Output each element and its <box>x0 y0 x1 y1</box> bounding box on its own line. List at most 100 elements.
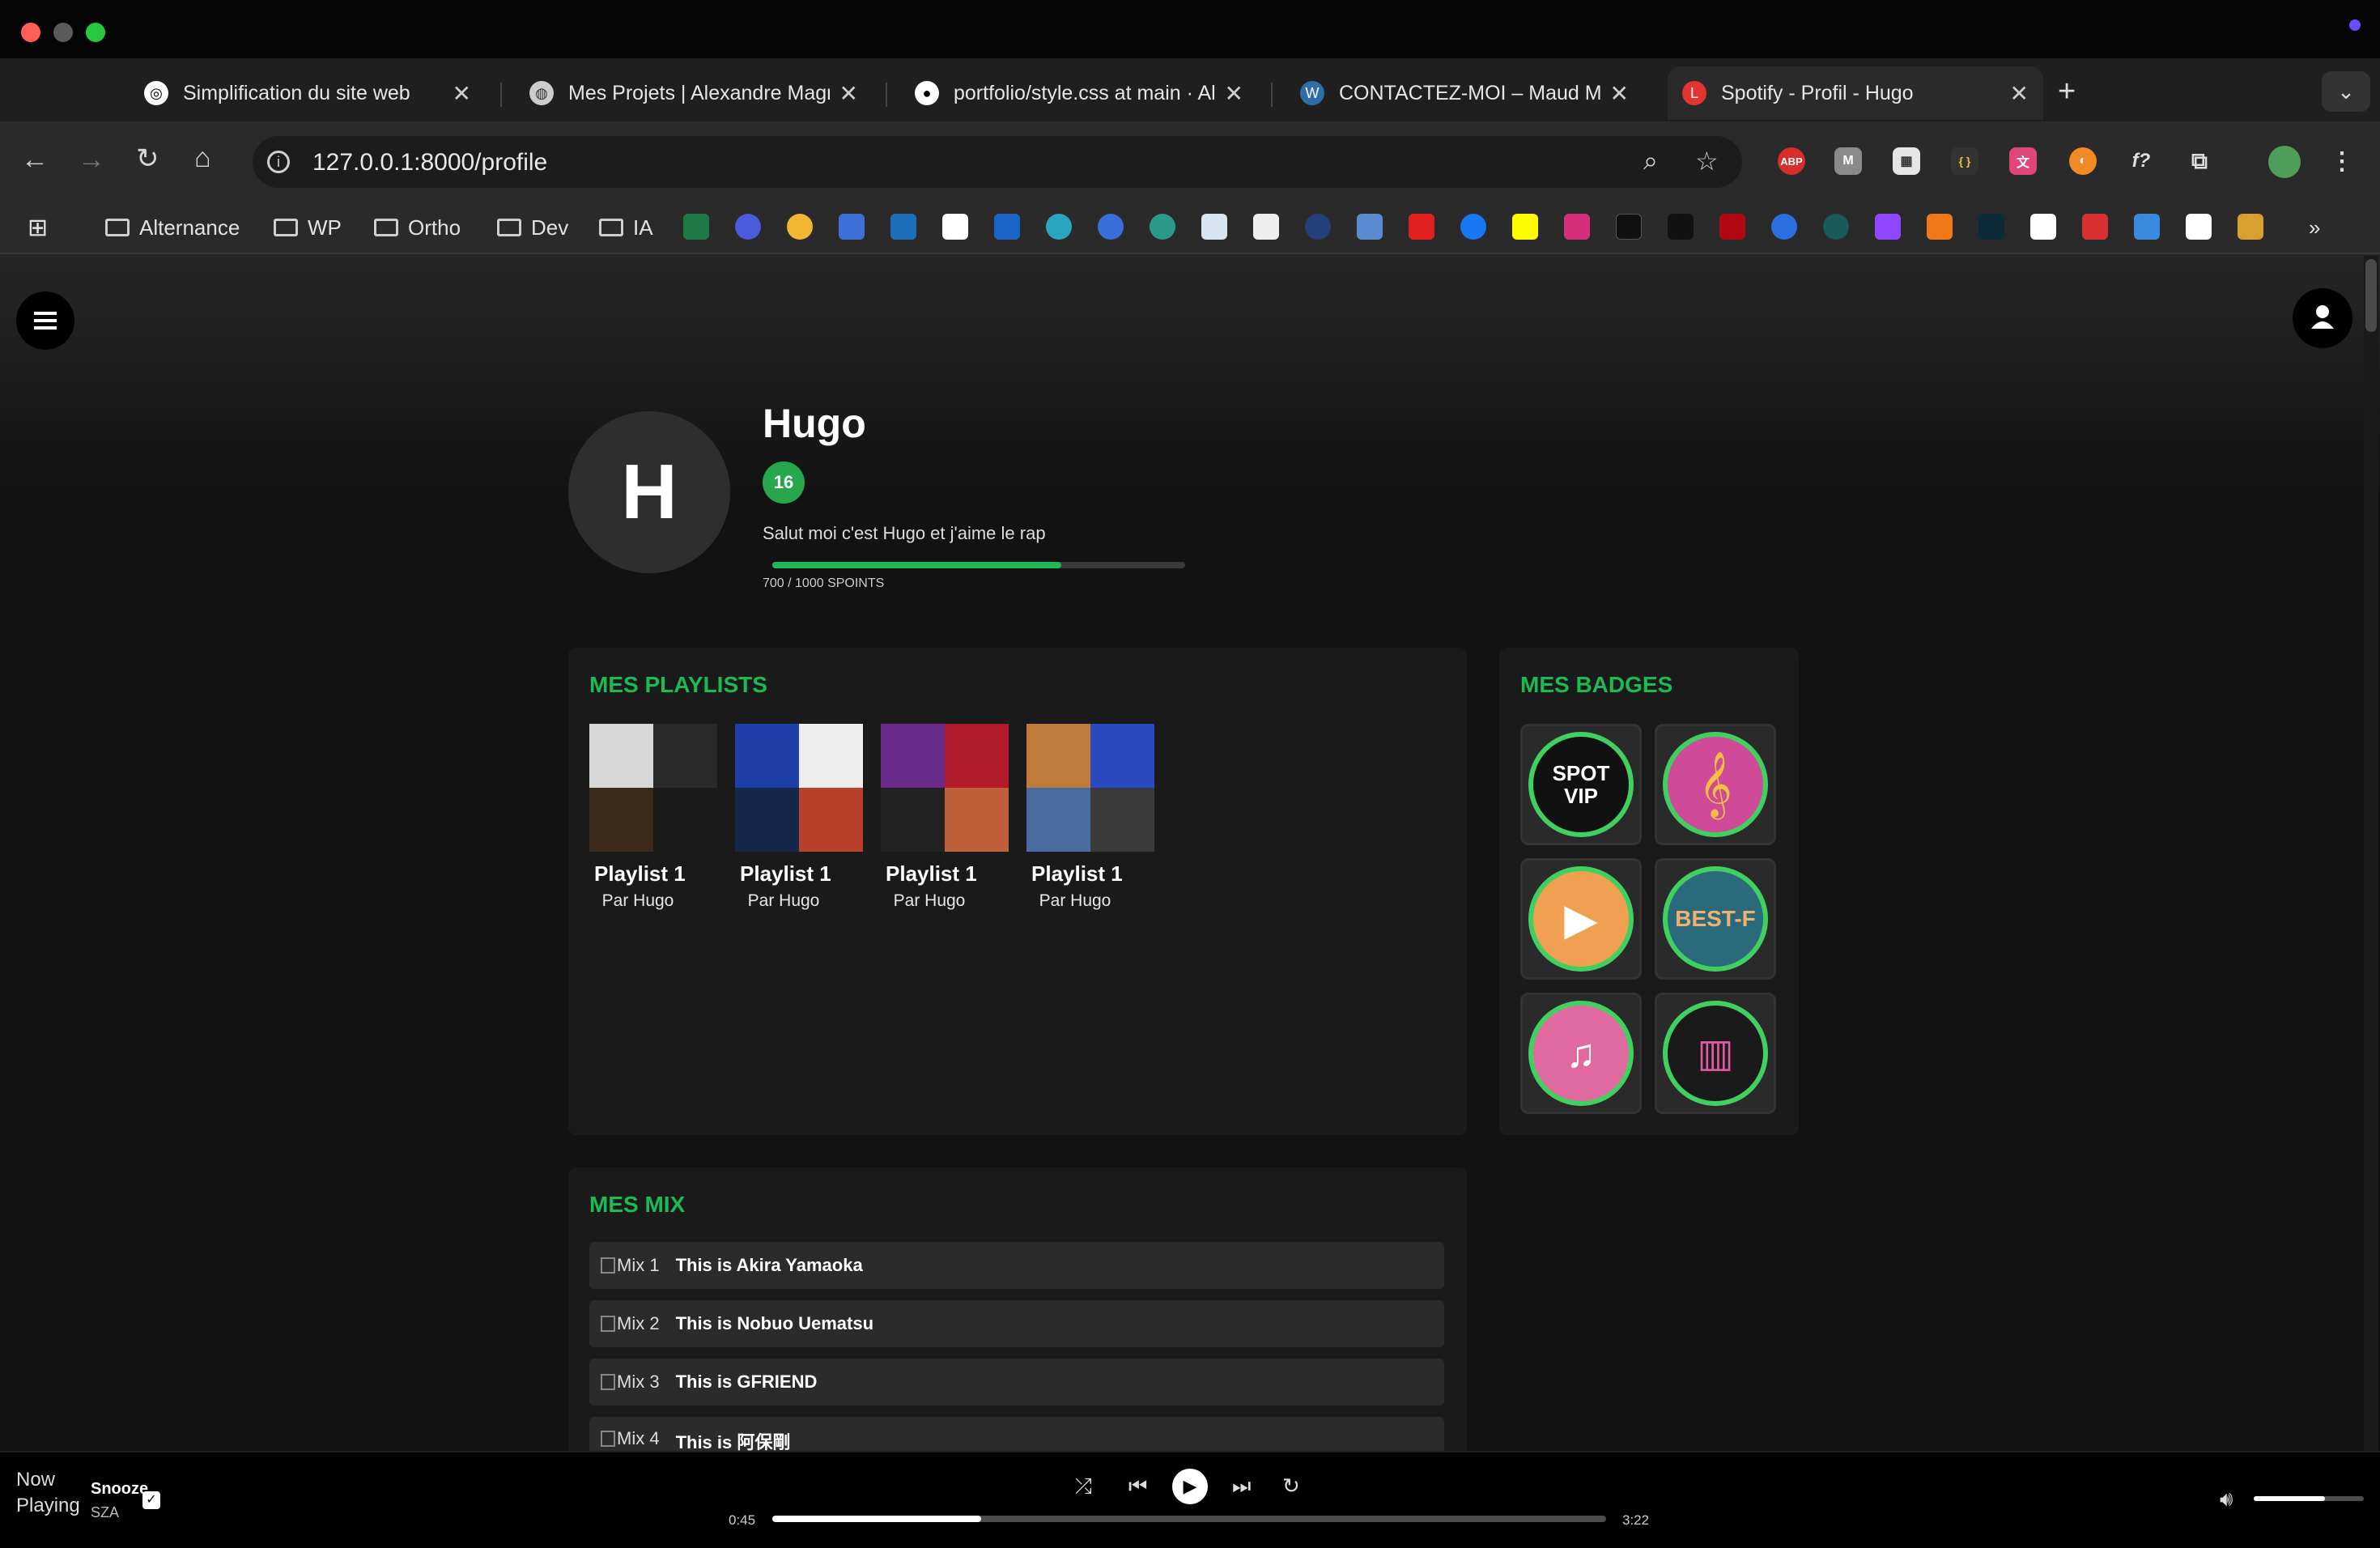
new-tab-button[interactable]: + <box>2058 74 2076 109</box>
playlist-card[interactable]: Playlist 1 Par Hugo <box>735 724 865 911</box>
shuffle-button[interactable]: ⤮ <box>1075 1474 1092 1499</box>
arrow-right-icon: → <box>78 144 105 175</box>
close-window-button[interactable] <box>21 23 40 42</box>
chevron-down-icon: ⌄ <box>2337 79 2355 104</box>
amazon-bookmark-icon[interactable] <box>2030 214 2056 240</box>
grid-bookmark-icon[interactable] <box>1253 214 1279 240</box>
refresh-bookmark-icon[interactable] <box>1150 214 1175 240</box>
docs-bookmark-icon[interactable] <box>839 214 865 240</box>
close-tab-icon[interactable]: ✕ <box>1610 80 1629 107</box>
facebook-bookmark-icon[interactable] <box>1460 214 1486 240</box>
close-tab-icon[interactable]: ✕ <box>1225 80 1243 107</box>
forward-button[interactable]: → <box>78 144 105 176</box>
shield-bookmark-icon[interactable] <box>2082 214 2108 240</box>
playstation-bookmark-icon[interactable] <box>2186 214 2212 240</box>
badge-item[interactable]: ▶ <box>1520 858 1642 980</box>
netflix-bookmark-icon[interactable] <box>1719 214 1745 240</box>
playlist-card[interactable]: Playlist 1 Par Hugo <box>1026 724 1156 911</box>
twitch-bookmark-icon[interactable] <box>1875 214 1901 240</box>
crest-bookmark-icon[interactable] <box>2238 214 2263 240</box>
back-button[interactable]: ← <box>21 144 49 176</box>
youtube-bookmark-icon[interactable] <box>1409 214 1434 240</box>
bookmark-star-icon[interactable]: ☆ <box>1695 146 1719 176</box>
playlist-card[interactable]: Playlist 1 Par Hugo <box>881 724 1010 911</box>
jira-bookmark-icon[interactable] <box>1098 214 1124 240</box>
close-tab-icon[interactable]: ✕ <box>2010 80 2029 107</box>
translate-extension-icon[interactable]: 文 <box>2009 147 2037 175</box>
dark-teal-bookmark-icon[interactable] <box>1978 214 2004 240</box>
crown-bookmark-icon[interactable] <box>2134 214 2160 240</box>
badge-item[interactable]: 𝄞 <box>1655 724 1776 845</box>
font-extension-icon[interactable]: f? <box>2127 147 2155 175</box>
school-bookmark-icon[interactable] <box>942 214 968 240</box>
bookmark-folder-ortho[interactable]: Ortho <box>374 212 461 243</box>
orange-bookmark-icon[interactable] <box>1927 214 1953 240</box>
teal-bookmark-icon[interactable] <box>1823 214 1849 240</box>
tab-4[interactable]: L Spotify - Profil - Hugo ✕ <box>1668 66 2043 120</box>
image-bookmark-icon[interactable] <box>1357 214 1383 240</box>
mix-row[interactable]: Mix 4 This is 阿保剛 <box>589 1417 1444 1451</box>
saved-check-icon[interactable]: ✓ <box>142 1491 160 1509</box>
badge-item[interactable]: ♫ <box>1520 993 1642 1114</box>
previous-button[interactable]: ⏮ <box>1128 1474 1147 1499</box>
zoom-window-button[interactable] <box>86 23 105 42</box>
mix-row[interactable]: Mix 3 This is GFRIEND <box>589 1359 1444 1406</box>
playback-progress-bar[interactable] <box>772 1516 1606 1522</box>
outlook-bookmark-icon[interactable] <box>994 214 1020 240</box>
tab-3[interactable]: W CONTACTEZ-MOI – Maud Ma ✕ <box>1286 66 1643 120</box>
tab-1[interactable]: ◍ Mes Projets | Alexandre Magn ✕ <box>515 66 873 120</box>
mix-row[interactable]: Mix 2 This is Nobuo Uematsu <box>589 1300 1444 1347</box>
close-tab-icon[interactable]: ✕ <box>839 80 858 107</box>
play-bookmark-icon[interactable] <box>1771 214 1797 240</box>
canva-bookmark-icon[interactable] <box>735 214 761 240</box>
badge-item[interactable]: ▥ <box>1655 993 1776 1114</box>
p-bookmark-icon[interactable] <box>1046 214 1072 240</box>
moon-extension-icon[interactable]: ◐ <box>2069 147 2097 175</box>
m-extension-icon[interactable]: M <box>1834 147 1862 175</box>
linkedin-bookmark-icon[interactable] <box>890 214 916 240</box>
more-bookmarks-button[interactable]: » <box>2309 212 2320 243</box>
va-bookmark-icon[interactable] <box>1616 214 1642 240</box>
url-text[interactable]: 127.0.0.1:8000/profile <box>312 149 547 176</box>
minimize-window-button[interactable] <box>53 23 73 42</box>
bookmark-folder-ia[interactable]: IA <box>599 212 653 243</box>
zoom-icon[interactable]: ⌕ <box>1643 146 1658 176</box>
account-button[interactable] <box>2293 288 2352 348</box>
adblock-extension-icon[interactable]: ABP <box>1778 147 1805 175</box>
playlist-card[interactable]: Playlist 1 Par Hugo <box>589 724 719 911</box>
play-button[interactable]: ▶ <box>1172 1469 1208 1504</box>
snapchat-bookmark-icon[interactable] <box>1512 214 1538 240</box>
badge-item[interactable]: SPOT VIP <box>1520 724 1642 845</box>
menu-button[interactable] <box>16 291 74 350</box>
tab-search-button[interactable]: ⌄ <box>2322 71 2370 112</box>
mix-row[interactable]: Mix 1 This is Akira Yamaoka <box>589 1242 1444 1289</box>
next-button[interactable]: ⏭ <box>1232 1474 1251 1499</box>
plus-bookmark-icon[interactable] <box>1668 214 1694 240</box>
doc-bookmark-icon[interactable] <box>1201 214 1227 240</box>
tab-2[interactable]: ● portfolio/style.css at main · Al ✕ <box>900 66 1258 120</box>
json-extension-icon[interactable]: { } <box>1951 147 1978 175</box>
bookmark-folder-alternance[interactable]: Alternance <box>105 212 240 243</box>
badge-item[interactable]: BEST-F <box>1655 858 1776 980</box>
page-scrollbar[interactable] <box>2364 256 2378 1451</box>
repeat-button[interactable]: ↻ <box>1282 1474 1300 1499</box>
volume-button[interactable]: 🔊︎ <box>2220 1486 2233 1512</box>
tab-0[interactable]: ◎ Simplification du site web ✕ <box>130 66 486 120</box>
apps-grid-icon[interactable]: ⊞ <box>28 212 48 243</box>
instagram-bookmark-icon[interactable] <box>1564 214 1590 240</box>
bookmark-folder-wp[interactable]: WP <box>274 212 342 243</box>
profile-avatar-icon[interactable] <box>2268 146 2301 178</box>
reload-button[interactable]: ↻ <box>136 142 159 175</box>
bookmark-folder-dev[interactable]: Dev <box>497 212 568 243</box>
home-button[interactable]: ⌂ <box>194 142 211 174</box>
grid-extension-icon[interactable]: ▦ <box>1893 147 1920 175</box>
puzzle-icon[interactable]: ⧉ <box>2186 147 2213 175</box>
site-info-icon[interactable]: i <box>267 151 290 173</box>
dark-bookmark-icon[interactable] <box>1305 214 1331 240</box>
volume-slider[interactable] <box>2254 1496 2364 1501</box>
emoji-bookmark-icon[interactable] <box>787 214 813 240</box>
kebab-menu-icon[interactable]: ⋮ <box>2328 147 2356 175</box>
scrollbar-thumb[interactable] <box>2365 259 2377 332</box>
close-tab-icon[interactable]: ✕ <box>453 80 471 107</box>
excel-bookmark-icon[interactable] <box>683 214 709 240</box>
